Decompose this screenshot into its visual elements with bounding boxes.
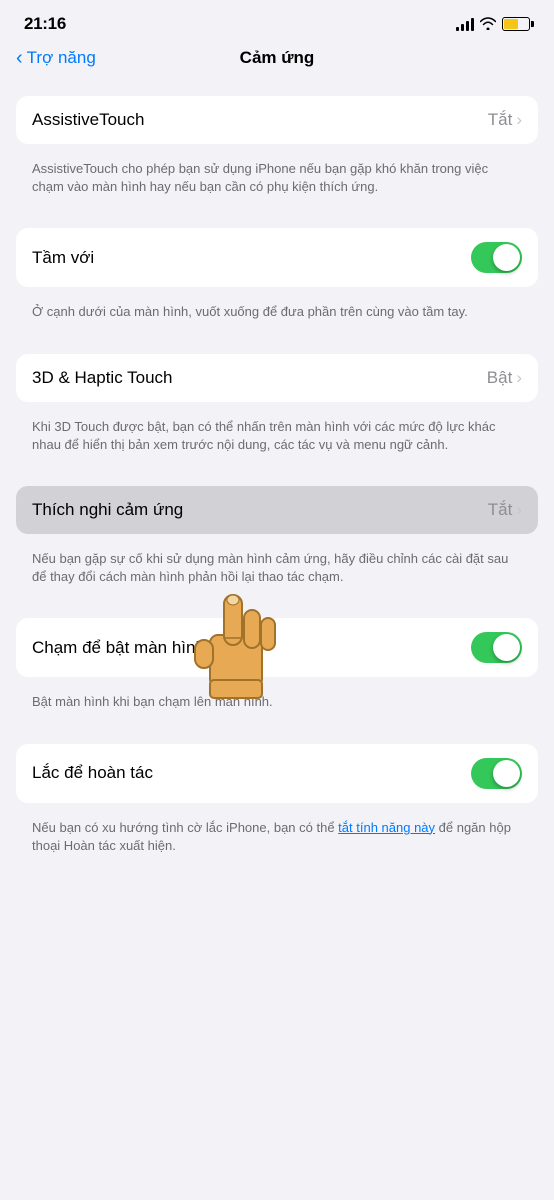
lac-hoan-tac-description: Nếu bạn có xu hướng tình cờ lắc iPhone, … [16, 811, 538, 867]
nav-bar: ‹ Trợ năng Cảm ứng [0, 40, 554, 80]
assistive-touch-value: Tắt › [488, 110, 522, 130]
battery-fill [504, 19, 518, 29]
lac-hoan-tac-toggle[interactable] [471, 758, 522, 789]
tam-voi-row: Tầm với [16, 228, 538, 287]
wifi-icon [480, 17, 496, 32]
3d-haptic-status: Bật [487, 368, 513, 388]
tam-voi-toggle[interactable] [471, 242, 522, 273]
lac-hoan-tac-row: Lắc để hoàn tác [16, 744, 538, 803]
assistive-touch-status: Tắt [488, 110, 513, 130]
3d-haptic-label: 3D & Haptic Touch [32, 368, 172, 388]
lac-hoan-tac-card: Lắc để hoàn tác [16, 744, 538, 803]
3d-haptic-card: 3D & Haptic Touch Bật › [16, 354, 538, 402]
cham-bat-toggle[interactable] [471, 632, 522, 663]
3d-haptic-chevron-icon: › [516, 368, 522, 388]
thich-nghi-label: Thích nghi cảm ứng [32, 500, 183, 520]
cham-bat-section: Chạm để bật màn hình Bật màn hình khi bạ… [16, 618, 538, 723]
assistive-touch-description: AssistiveTouch cho phép bạn sử dụng iPho… [16, 152, 538, 208]
assistive-touch-card: AssistiveTouch Tắt › [16, 96, 538, 144]
status-bar: 21:16 [0, 0, 554, 40]
cham-bat-card: Chạm để bật màn hình [16, 618, 538, 677]
tam-voi-section: Tầm với Ở cạnh dưới của màn hình, vuốt x… [16, 228, 538, 333]
thich-nghi-card: Thích nghi cảm ứng Tắt › [16, 486, 538, 534]
nav-back-label: Trợ năng [27, 48, 96, 68]
thich-nghi-section: Thích nghi cảm ứng Tắt › Nếu bạn gặp sự … [16, 486, 538, 598]
3d-haptic-section: 3D & Haptic Touch Bật › Khi 3D Touch đượ… [16, 354, 538, 466]
back-chevron-icon: ‹ [16, 48, 23, 68]
3d-haptic-value: Bật › [487, 368, 522, 388]
signal-icon [456, 17, 474, 31]
cham-bat-row: Chạm để bật màn hình [16, 618, 538, 677]
status-icons [456, 17, 530, 32]
thich-nghi-status: Tắt [488, 500, 513, 520]
assistive-touch-label: AssistiveTouch [32, 110, 144, 130]
tam-voi-description: Ở cạnh dưới của màn hình, vuốt xuống để … [16, 295, 538, 333]
content-area: AssistiveTouch Tắt › AssistiveTouch cho … [0, 80, 554, 867]
battery-icon [502, 17, 530, 31]
tam-voi-label: Tầm với [32, 248, 94, 268]
thich-nghi-description: Nếu bạn gặp sự cố khi sử dụng màn hình c… [16, 542, 538, 598]
cham-bat-toggle-knob [493, 634, 520, 661]
thich-nghi-row[interactable]: Thích nghi cảm ứng Tắt › [16, 486, 538, 534]
lac-hoan-tac-toggle-knob [493, 760, 520, 787]
thich-nghi-value: Tắt › [488, 500, 522, 520]
cham-bat-description: Bật màn hình khi bạn chạm lên màn hình. [16, 685, 538, 723]
cham-bat-label: Chạm để bật màn hình [32, 638, 205, 658]
lac-hoan-tac-section: Lắc để hoàn tác Nếu bạn có xu hướng tình… [16, 744, 538, 867]
tam-voi-toggle-knob [493, 244, 520, 271]
assistive-touch-chevron-icon: › [516, 110, 522, 130]
nav-back-button[interactable]: ‹ Trợ năng [16, 48, 96, 68]
nav-title: Cảm ứng [240, 48, 315, 68]
lac-hoan-tac-label: Lắc để hoàn tác [32, 763, 153, 783]
thich-nghi-chevron-icon: › [516, 500, 522, 520]
assistive-touch-row[interactable]: AssistiveTouch Tắt › [16, 96, 538, 144]
status-time: 21:16 [24, 14, 66, 34]
3d-haptic-row[interactable]: 3D & Haptic Touch Bật › [16, 354, 538, 402]
lac-link: tắt tính năng này [338, 820, 435, 835]
3d-haptic-description: Khi 3D Touch được bật, bạn có thể nhấn t… [16, 410, 538, 466]
tam-voi-card: Tầm với [16, 228, 538, 287]
assistive-touch-section: AssistiveTouch Tắt › AssistiveTouch cho … [16, 96, 538, 208]
